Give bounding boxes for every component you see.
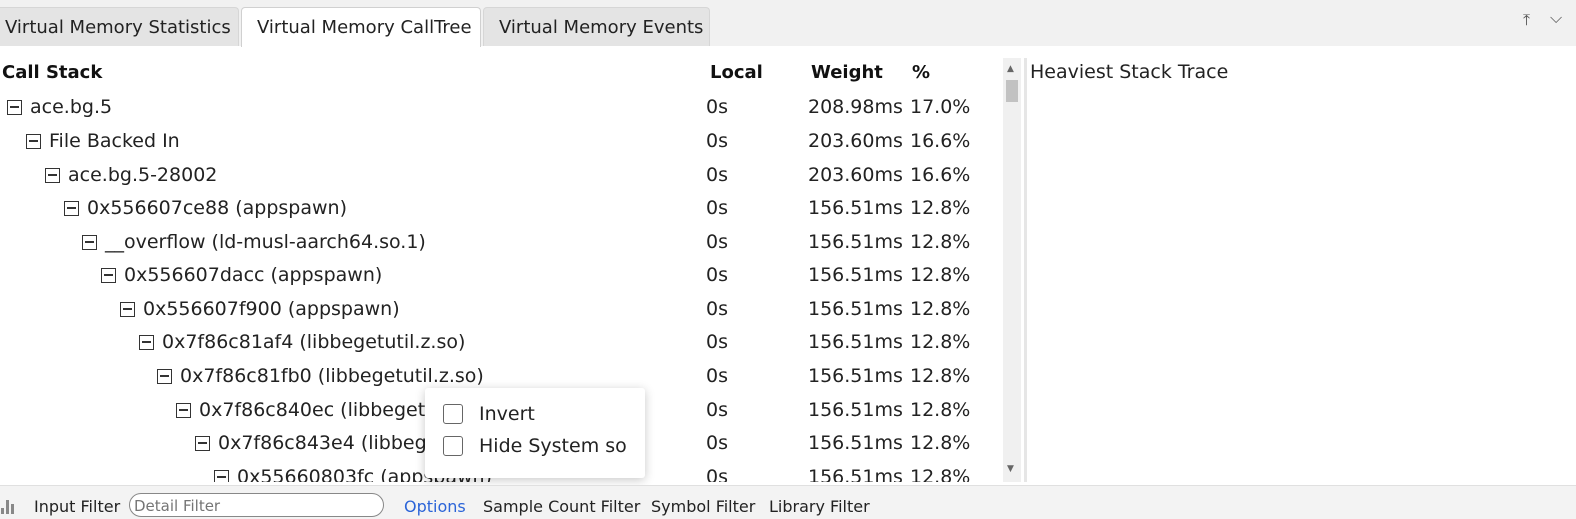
bar-chart-icon[interactable] — [1, 498, 21, 514]
row-local: 0s — [706, 365, 728, 387]
row-weight: 203.60ms — [808, 130, 903, 152]
row-weight: 208.98ms — [808, 96, 903, 118]
row-name: 0x556607ce88 (appspawn) — [87, 197, 347, 219]
collapse-icon[interactable] — [139, 334, 154, 350]
row-percent: 12.8% — [910, 298, 971, 320]
row-name: ace.bg.5 — [30, 96, 113, 118]
row-local: 0s — [706, 130, 728, 152]
options-popup: Invert Hide System so — [425, 388, 645, 478]
tab-virtual-memory-events[interactable]: Virtual Memory Events — [483, 7, 710, 46]
row-local: 0s — [706, 164, 728, 186]
row-name: __overflow (ld-musl-aarch64.so.1) — [105, 231, 426, 253]
scroll-down-arrow-icon[interactable]: ▼ — [1007, 464, 1014, 474]
row-percent: 12.8% — [910, 231, 971, 253]
sample-count-filter-link[interactable]: Sample Count Filter — [483, 497, 640, 516]
row-local: 0s — [706, 298, 728, 320]
row-percent: 12.8% — [910, 264, 971, 286]
row-percent: 12.8% — [910, 197, 971, 219]
vertical-scrollbar[interactable]: ▲ ▼ — [1003, 58, 1021, 482]
row-weight: 156.51ms — [808, 365, 903, 387]
row-percent: 12.8% — [910, 331, 971, 353]
chevron-down-icon[interactable]: ⌵ — [1550, 8, 1562, 28]
collapse-icon[interactable] — [82, 234, 97, 250]
row-weight: 156.51ms — [808, 197, 903, 219]
row-weight: 156.51ms — [808, 331, 903, 353]
hide-system-so-option[interactable]: Hide System so — [443, 435, 627, 457]
row-weight: 156.51ms — [808, 399, 903, 421]
row-name: 0x556607dacc (appspawn) — [124, 264, 383, 286]
scrollbar-thumb[interactable] — [1006, 80, 1018, 102]
row-name: 0x556607f900 (appspawn) — [143, 298, 400, 320]
tree-row[interactable]: File Backed In 0s 203.60ms 16.6% — [0, 125, 995, 158]
row-weight: 156.51ms — [808, 466, 903, 482]
collapse-icon[interactable] — [101, 267, 116, 283]
input-filter-label: Input Filter — [34, 497, 121, 516]
row-name: 0x7f86c81fb0 (libbegetutil.z.so) — [180, 365, 484, 387]
tab-virtual-memory-statistics[interactable]: Virtual Memory Statistics — [0, 7, 239, 46]
row-local: 0s — [706, 96, 728, 118]
collapse-icon[interactable] — [7, 99, 22, 115]
tree-row[interactable]: ace.bg.5 0s 208.98ms 17.0% — [0, 91, 995, 124]
heaviest-stack-title: Heaviest Stack Trace — [1030, 61, 1229, 83]
collapse-icon[interactable] — [26, 133, 41, 149]
collapse-icon[interactable] — [214, 469, 229, 482]
row-local: 0s — [706, 399, 728, 421]
tree-row[interactable]: 0x556607f900 (appspawn) 0s 156.51ms 12.8… — [0, 293, 995, 326]
row-name: 0x7f86c840ec (libbeget — [199, 399, 426, 421]
row-name: File Backed In — [49, 130, 180, 152]
tree-row[interactable]: 0x7f86c81af4 (libbegetutil.z.so) 0s 156.… — [0, 326, 995, 359]
tree-row[interactable]: 0x556607ce88 (appspawn) 0s 156.51ms 12.8… — [0, 192, 995, 225]
collapse-icon[interactable] — [195, 435, 210, 451]
tree-row[interactable]: 0x556607dacc (appspawn) 0s 156.51ms 12.8… — [0, 259, 995, 292]
row-name: ace.bg.5-28002 — [68, 164, 218, 186]
options-link[interactable]: Options — [404, 497, 466, 516]
row-percent: 12.8% — [910, 365, 971, 387]
row-name: 0x7f86c81af4 (libbegetutil.z.so) — [162, 331, 466, 353]
row-percent: 12.8% — [910, 399, 971, 421]
collapse-icon[interactable] — [157, 368, 172, 384]
row-weight: 203.60ms — [808, 164, 903, 186]
tree-row[interactable]: __overflow (ld-musl-aarch64.so.1) 0s 156… — [0, 226, 995, 259]
hide-system-so-checkbox[interactable] — [443, 436, 463, 456]
row-percent: 17.0% — [910, 96, 971, 118]
header-call-stack[interactable]: Call Stack — [2, 62, 102, 83]
collapse-icon[interactable] — [64, 200, 79, 216]
bottom-filter-bar: Input Filter Options Sample Count Filter… — [0, 485, 1576, 519]
detail-filter-input[interactable] — [129, 493, 384, 517]
row-local: 0s — [706, 331, 728, 353]
collapse-icon[interactable] — [120, 301, 135, 317]
tab-bar: Virtual Memory Statistics Virtual Memory… — [0, 0, 1576, 47]
header-local[interactable]: Local — [710, 62, 763, 83]
row-percent: 16.6% — [910, 164, 971, 186]
row-weight: 156.51ms — [808, 298, 903, 320]
collapse-top-icon[interactable]: ⤒ — [1523, 10, 1530, 30]
row-local: 0s — [706, 197, 728, 219]
row-weight: 156.51ms — [808, 264, 903, 286]
row-name: 0x7f86c843e4 (libbeg — [218, 432, 427, 454]
row-local: 0s — [706, 466, 728, 482]
row-weight: 156.51ms — [808, 432, 903, 454]
hide-system-so-label: Hide System so — [479, 435, 627, 457]
header-weight[interactable]: Weight — [811, 62, 883, 83]
tab-virtual-memory-calltree[interactable]: Virtual Memory CallTree — [241, 7, 481, 47]
scroll-up-arrow-icon[interactable]: ▲ — [1007, 64, 1014, 74]
collapse-icon[interactable] — [45, 167, 60, 183]
header-percent[interactable]: % — [912, 62, 930, 83]
row-local: 0s — [706, 264, 728, 286]
invert-option[interactable]: Invert — [443, 403, 535, 425]
invert-checkbox[interactable] — [443, 404, 463, 424]
tree-row[interactable]: ace.bg.5-28002 0s 203.60ms 16.6% — [0, 159, 995, 192]
row-percent: 16.6% — [910, 130, 971, 152]
row-weight: 156.51ms — [808, 231, 903, 253]
symbol-filter-link[interactable]: Symbol Filter — [651, 497, 755, 516]
row-local: 0s — [706, 432, 728, 454]
panel-divider[interactable] — [1024, 58, 1027, 482]
library-filter-link[interactable]: Library Filter — [769, 497, 870, 516]
collapse-icon[interactable] — [176, 402, 191, 418]
invert-label: Invert — [479, 403, 535, 425]
row-percent: 12.8% — [910, 432, 971, 454]
row-local: 0s — [706, 231, 728, 253]
row-percent: 12.8% — [910, 466, 971, 482]
